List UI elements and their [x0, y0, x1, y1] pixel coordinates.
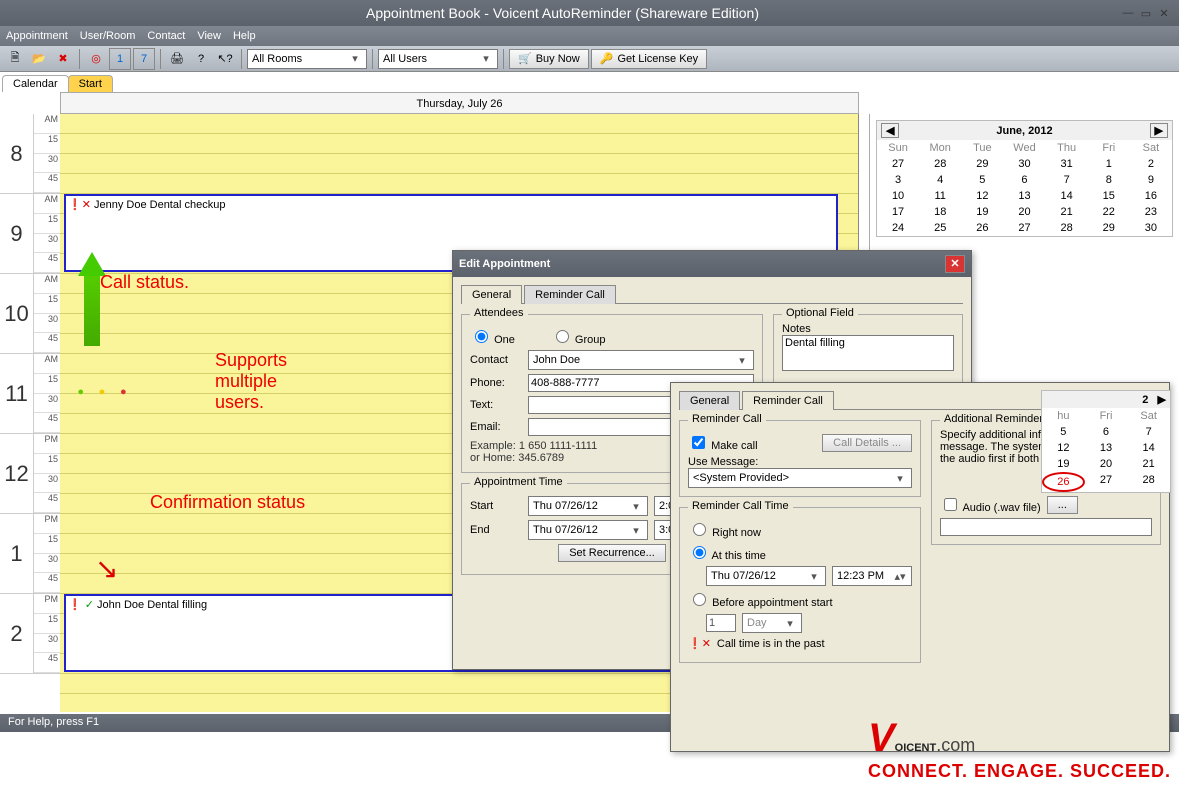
- cart-icon: 🛒: [518, 52, 532, 65]
- status-icon: ❗: [68, 599, 82, 611]
- license-button[interactable]: 🔑Get License Key: [591, 49, 707, 69]
- mini-calendar-july-peek[interactable]: 2 ▶ huFriSat567121314192021262728: [1041, 390, 1171, 493]
- notes-field[interactable]: Dental filling: [782, 335, 954, 371]
- users-combo[interactable]: All Users▾: [378, 49, 498, 69]
- end-date[interactable]: Thu 07/26/12▾: [528, 520, 648, 540]
- close-button[interactable]: ✕: [1155, 7, 1173, 20]
- time-column: 8AM1530459AM15304510AM15304511AM15304512…: [0, 114, 60, 712]
- before-amount: [706, 614, 736, 632]
- dlg-tab-general[interactable]: General: [461, 285, 522, 304]
- maximize-button[interactable]: ▭: [1137, 7, 1155, 20]
- menu-view[interactable]: View: [197, 30, 221, 42]
- open-icon[interactable]: 📂: [28, 48, 50, 70]
- annotation-curve-arrow: ↘: [95, 552, 118, 585]
- buy-now-button[interactable]: 🛒Buy Now: [509, 49, 589, 69]
- menu-appointment[interactable]: Appointment: [6, 30, 68, 42]
- dlg2-tab-reminder[interactable]: Reminder Call: [742, 391, 834, 410]
- key-icon: 🔑: [600, 52, 614, 65]
- status-icon: ❗✕: [68, 199, 91, 211]
- voicent-logo: VOICENT.com CONNECT. ENGAGE. SUCCEED.: [868, 716, 1171, 782]
- radio-right-now[interactable]: Right now: [688, 520, 761, 539]
- radio-at-time[interactable]: At this time: [688, 543, 766, 562]
- main-tabs: Calendar Start: [0, 72, 1179, 92]
- menu-contact[interactable]: Contact: [147, 30, 185, 42]
- rooms-combo[interactable]: All Rooms▾: [247, 49, 367, 69]
- dlg2-tab-general[interactable]: General: [679, 391, 740, 410]
- annotation-arrow-stem: [84, 276, 100, 346]
- menubar: Appointment User/Room Contact View Help: [0, 26, 1179, 46]
- browse-button[interactable]: ...: [1047, 496, 1078, 514]
- radio-group[interactable]: Group: [551, 327, 606, 346]
- dialog-titlebar[interactable]: Edit Appointment ✕: [453, 251, 971, 277]
- make-call-checkbox[interactable]: Make call: [688, 433, 758, 452]
- message-combo[interactable]: <System Provided>▾: [688, 468, 912, 488]
- whatsthis-icon[interactable]: ↖?: [214, 48, 236, 70]
- tab-calendar[interactable]: Calendar: [2, 75, 69, 92]
- contact-combo[interactable]: John Doe▾: [528, 350, 754, 370]
- week-icon[interactable]: 7: [133, 48, 155, 70]
- rct-date[interactable]: Thu 07/26/12▾: [706, 566, 826, 586]
- menu-user-room[interactable]: User/Room: [80, 30, 136, 42]
- audio-checkbox[interactable]: Audio (.wav file): [940, 495, 1041, 514]
- window-titlebar: Appointment Book - Voicent AutoReminder …: [0, 0, 1179, 26]
- toolbar: 🗎 📂 ✖ ◎ 1 7 🖨 ? ↖? All Rooms▾ All Users▾…: [0, 46, 1179, 72]
- window-title: Appointment Book - Voicent AutoReminder …: [6, 5, 1119, 21]
- prev-month-icon[interactable]: ◀: [881, 123, 899, 138]
- before-unit: Day▾: [742, 613, 802, 633]
- rct-time[interactable]: 12:23 PM▴▾: [832, 566, 912, 586]
- radio-one[interactable]: One: [470, 327, 515, 346]
- warning-icon: ❗✕: [688, 637, 711, 650]
- start-date[interactable]: Thu 07/26/12▾: [528, 496, 648, 516]
- call-details-button[interactable]: Call Details ...: [822, 434, 912, 452]
- print-icon[interactable]: 🖨: [166, 48, 188, 70]
- confirm-icon: ✓: [85, 599, 94, 611]
- radio-before[interactable]: Before appointment start: [688, 590, 833, 609]
- next-month-icon[interactable]: ▶: [1150, 123, 1168, 138]
- recurrence-button[interactable]: Set Recurrence...: [558, 544, 666, 562]
- annotation-arrow: [78, 252, 106, 276]
- day-view-icon[interactable]: ◎: [85, 48, 107, 70]
- dlg-tab-reminder[interactable]: Reminder Call: [524, 285, 616, 304]
- day-header: Thursday, July 26: [60, 92, 859, 114]
- delete-icon[interactable]: ✖: [52, 48, 74, 70]
- one-day-icon[interactable]: 1: [109, 48, 131, 70]
- tab-start[interactable]: Start: [68, 75, 113, 92]
- mini-calendar-june[interactable]: ◀ June, 2012 ▶ SunMonTueWedThuFriSat2728…: [876, 120, 1173, 237]
- minimize-button[interactable]: —: [1119, 7, 1137, 19]
- dialog-close-icon[interactable]: ✕: [945, 255, 965, 273]
- new-icon[interactable]: 🗎: [4, 48, 26, 70]
- help-icon[interactable]: ?: [190, 48, 212, 70]
- menu-help[interactable]: Help: [233, 30, 256, 42]
- audio-path-field[interactable]: [940, 518, 1152, 536]
